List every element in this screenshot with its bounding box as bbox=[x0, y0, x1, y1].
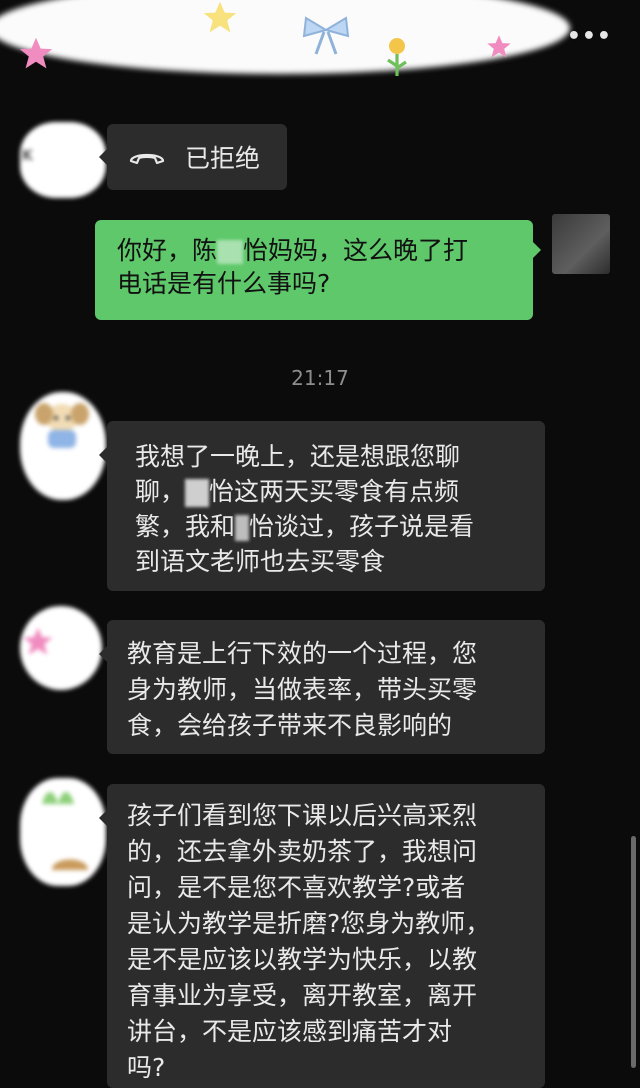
avatar-letter: K bbox=[22, 148, 33, 164]
more-options-button[interactable]: ••• bbox=[567, 24, 612, 49]
contact-avatar[interactable] bbox=[20, 392, 106, 500]
star-sticker-icon bbox=[203, 1, 237, 33]
my-avatar[interactable] bbox=[552, 214, 610, 274]
timestamp: 21:17 bbox=[291, 366, 349, 390]
star-sticker-icon bbox=[19, 37, 53, 69]
scrollbar[interactable] bbox=[631, 836, 636, 1068]
message-bubble-incoming[interactable]: 教育是上行下效的一个过程，您 身为教师，当做表率，带头买零 食，会给孩子带来不良… bbox=[99, 620, 545, 754]
message-bubble-incoming[interactable]: 我想了一晚上，还是想跟您聊 聊， 怡这两天买零食有点频 繁，我和 怡谈过，孩子说是看… bbox=[99, 421, 545, 591]
call-record-bubble[interactable]: 已拒绝 bbox=[99, 124, 287, 190]
star-sticker-icon bbox=[23, 627, 53, 655]
message-text: 我想了一晚上，还是想跟您聊 聊， 怡这两天买零食有点频 繁，我和 怡谈过，孩子说是看… bbox=[135, 442, 475, 576]
redacted-name bbox=[185, 479, 210, 507]
contact-avatar[interactable] bbox=[20, 606, 102, 690]
dog-sticker-icon bbox=[35, 403, 89, 448]
message-bubble-outgoing[interactable]: 你好，陈 怡妈妈，这么晚了打 电话是有什么事吗? bbox=[95, 220, 541, 320]
leaf-sticker-icon bbox=[42, 792, 74, 804]
contact-avatar[interactable] bbox=[20, 778, 106, 886]
bread-sticker-icon bbox=[52, 859, 88, 870]
phone-hangup-icon bbox=[129, 153, 165, 165]
contact-avatar[interactable]: K bbox=[20, 122, 106, 198]
call-status-label: 已拒绝 bbox=[185, 144, 261, 173]
message-bubble-incoming[interactable]: 孩子们看到您下课以后兴高采烈 的，还去拿外卖奶茶了，我想问 问，是不是您不喜欢教… bbox=[99, 784, 545, 1088]
header-redaction bbox=[0, 0, 570, 74]
flower-sticker-icon bbox=[387, 38, 407, 76]
message-text: 你好，陈 怡妈妈，这么晚了打 电话是有什么事吗? bbox=[117, 236, 469, 298]
redacted-name bbox=[235, 515, 250, 541]
chat-header: ••• bbox=[0, 0, 640, 86]
message-text: 教育是上行下效的一个过程，您 身为教师，当做表率，带头买零 食，会给孩子带来不良… bbox=[127, 639, 478, 740]
redacted-name bbox=[217, 240, 244, 264]
star-sticker-icon bbox=[487, 35, 511, 58]
message-text: 孩子们看到您下课以后兴高采烈 的，还去拿外卖奶茶了，我想问 问，是不是您不喜欢教… bbox=[127, 801, 491, 1082]
bow-sticker-icon bbox=[302, 16, 350, 55]
